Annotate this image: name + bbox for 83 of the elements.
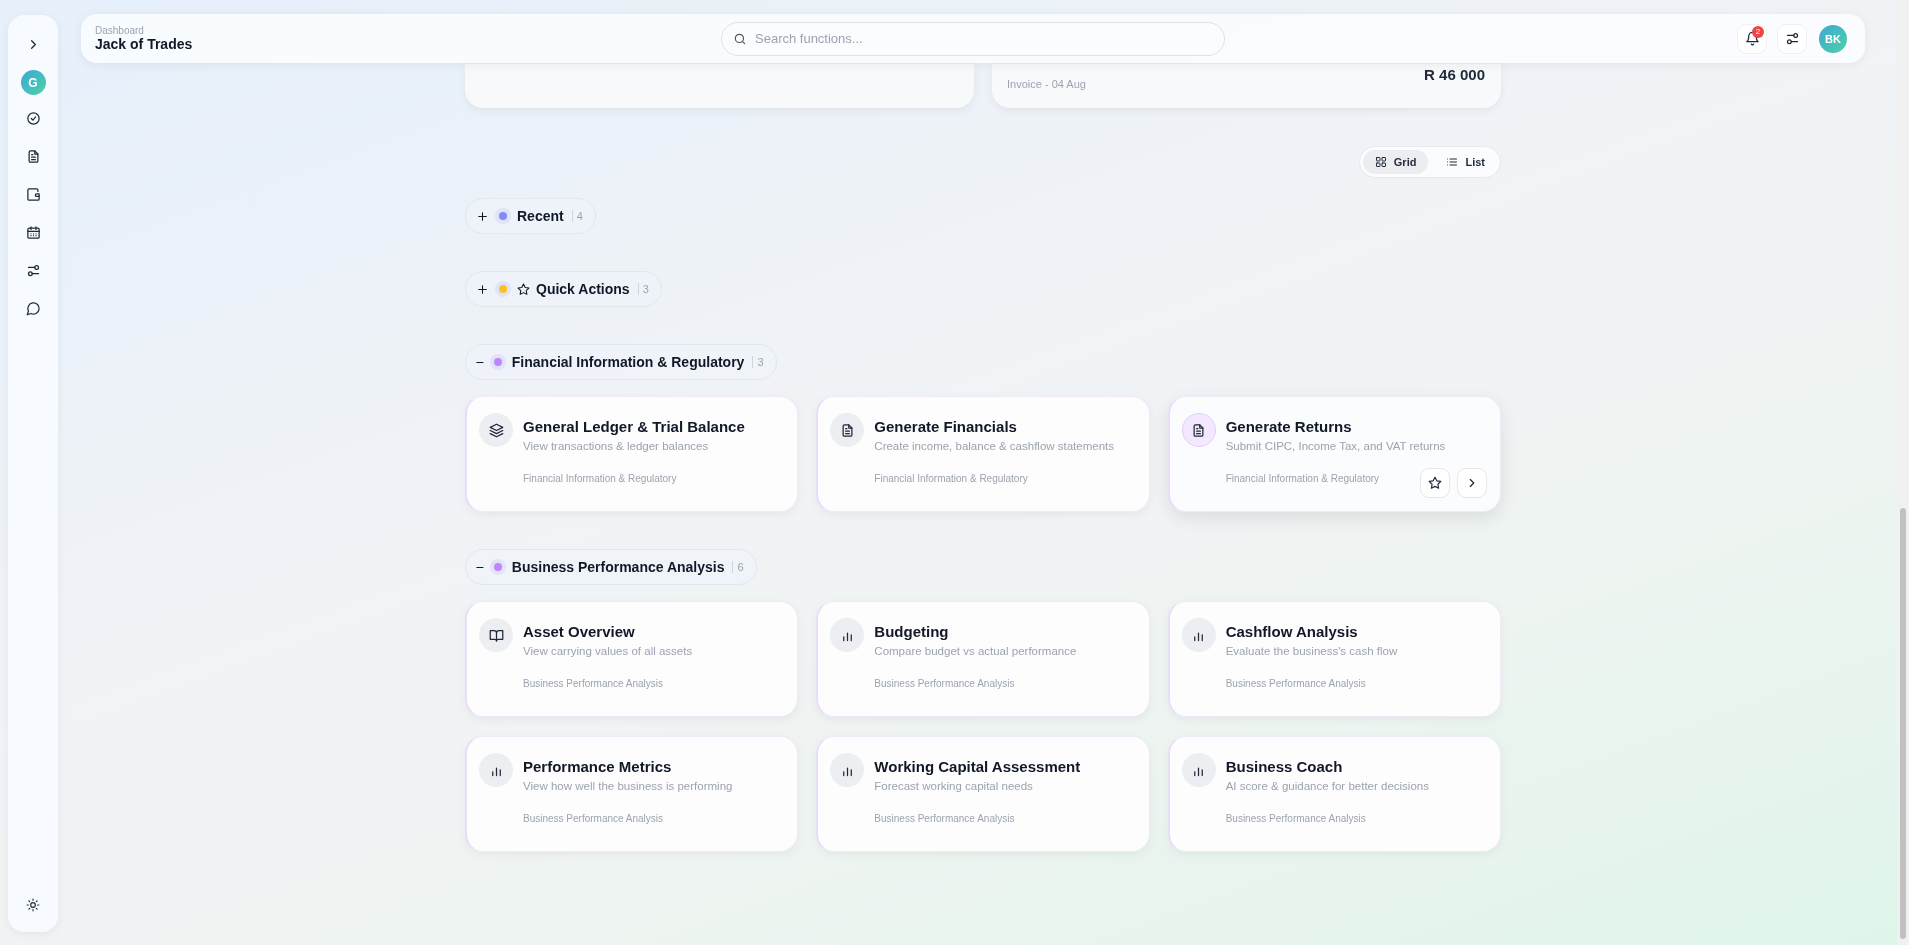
document-amount: R 46 000 [1424,66,1485,83]
card-title: Asset Overview [523,623,635,640]
sliders-icon [1784,31,1800,46]
page-title: Jack of Trades [95,36,194,52]
document-card[interactable]: Invoice - 04 Aug R 46 000 [992,64,1501,108]
minus-icon [476,360,484,364]
section-header[interactable]: Financial Information & Regulatory 3 [465,344,777,380]
chat-bubble-icon [25,301,41,316]
function-card[interactable]: Business Coach AI score & guidance for better decisions Business Performance Analysis [1167,736,1501,852]
plus-icon [476,209,489,223]
card-category: Business Performance Analysis [523,813,664,824]
card-category: Business Performance Analysis [523,678,664,689]
notifications-button[interactable]: 2 [1737,23,1767,54]
card-category: Business Performance Analysis [1225,813,1366,824]
plus-icon [476,282,489,296]
card-category: Financial Information & Regulatory [874,473,1028,484]
card-category: Business Performance Analysis [1225,678,1366,689]
wallet-icon [25,187,41,202]
card-description: Compare budget vs actual performance [874,645,1077,657]
card-category: Business Performance Analysis [874,678,1015,689]
function-card[interactable]: Asset Overview View carrying values of all assets Business Performance Analysis [465,601,799,717]
settings-button[interactable] [1777,23,1807,54]
section-count: 3 [752,356,764,368]
document-icon [1191,422,1207,438]
favorite-button[interactable] [1420,468,1450,498]
section-title: Financial Information & Regulatory [511,354,745,370]
card-description: View transactions & ledger balances [523,440,709,452]
card-description: View how well the business is performing [523,780,733,792]
card-category: Business Performance Analysis [874,813,1015,824]
calendar-icon [25,225,41,240]
card-title: Generate Financials [874,418,1017,435]
card-title: Performance Metrics [523,758,672,775]
section-count: 3 [637,283,649,295]
function-card[interactable]: Performance Metrics View how well the business is performing Business Performance Analysis [465,736,799,852]
bell-icon [1744,31,1760,46]
card-title: General Ledger & Trial Balance [523,418,745,435]
section-count: 6 [732,561,744,573]
scrollbar[interactable] [1897,0,1909,945]
section-count: 4 [571,210,583,222]
section-title: Quick Actions [536,281,630,297]
function-card[interactable]: Working Capital Assessment Forecast working capital needs Business Performance Analysis [816,736,1150,852]
card-category: Financial Information & Regulatory [1225,473,1380,484]
view-option[interactable]: Grid [1362,150,1429,174]
card-description: View carrying values of all assets [523,645,693,657]
document-icon [25,149,41,164]
card-description: Evaluate the business's cash flow [1225,645,1398,657]
layers-icon [488,422,504,438]
function-card[interactable]: Generate Financials Create income, balance & cashflow statements Financial Information & Regulatory [816,396,1150,512]
card-description: Submit CIPC, Income Tax, and VAT returns [1225,440,1446,452]
breadcrumb: Dashboard [95,25,145,36]
function-card[interactable]: General Ledger & Trial Balance View transactions & ledger balances Financial Information & Regulatory [465,396,799,512]
section-header[interactable]: Recent 4 [465,198,596,234]
star-icon [1428,476,1442,490]
sun-icon [26,898,40,912]
document-subtitle: Invoice - 04 Aug [1007,78,1086,90]
function-card[interactable]: Budgeting Compare budget vs actual performance Business Performance Analysis [816,601,1150,717]
card-description: Forecast working capital needs [874,780,1033,792]
check-circle-icon [25,111,41,126]
notification-count: 2 [1752,25,1764,38]
view-option[interactable]: List [1434,150,1497,174]
function-card[interactable]: Cashflow Analysis Evaluate the business's cash flow Business Performance Analysis [1167,601,1501,717]
document-icon [839,422,855,438]
card-title: Generate Returns [1225,418,1352,435]
card-description: Create income, balance & cashflow statements [874,440,1115,452]
card-category: Financial Information & Regulatory [523,473,677,484]
star-icon [517,282,530,296]
section-title: Recent [517,208,564,224]
section-title: Business Performance Analysis [511,559,725,575]
minus-icon [476,565,484,569]
card-description: AI score & guidance for better decisions [1225,780,1429,792]
list-icon [1446,156,1459,168]
card-title: Business Coach [1225,758,1343,775]
section-header[interactable]: Quick Actions 3 [465,271,662,307]
card-title: Working Capital Assessment [874,758,1081,775]
sliders-icon [25,263,41,278]
search-icon [733,31,747,46]
grid-icon [1374,156,1387,168]
card-title: Budgeting [874,623,949,640]
card-title: Cashflow Analysis [1225,623,1358,640]
function-card[interactable]: Generate Returns Submit CIPC, Income Tax, and VAT returns Financial Information & Regulatory [1167,396,1501,512]
book-icon [488,627,504,643]
search-field[interactable]: Search functions... [721,21,1225,56]
section-header[interactable]: Business Performance Analysis 6 [465,549,757,585]
